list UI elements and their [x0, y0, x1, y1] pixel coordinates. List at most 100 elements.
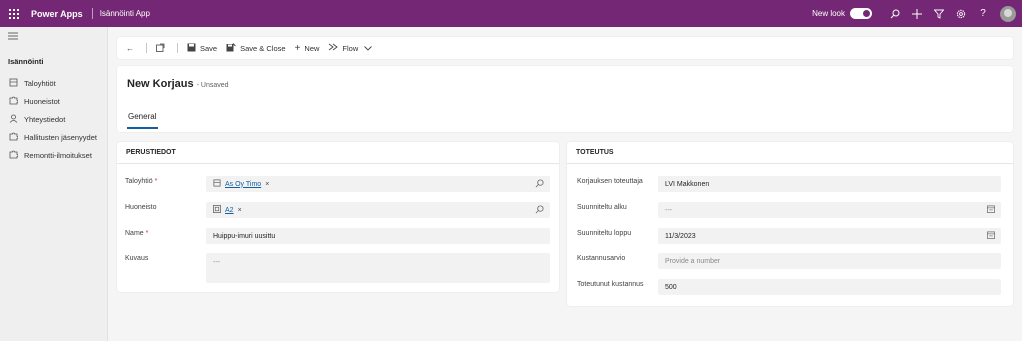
title-divider: [91, 8, 93, 19]
taloyhtio-value[interactable]: As Oy Timo: [225, 181, 261, 188]
kuvaus-textarea[interactable]: ---: [206, 253, 550, 283]
record-status: - Unsaved: [196, 82, 229, 89]
remove-icon[interactable]: ×: [265, 181, 269, 188]
calendar-icon[interactable]: [987, 205, 995, 215]
search-icon[interactable]: [535, 205, 544, 216]
tab-general[interactable]: General: [128, 112, 156, 121]
sidebar-item-taloyhtiot[interactable]: Taloyhtiöt: [8, 78, 56, 89]
suunniteltu-alku-label: Suunniteltu alku: [577, 204, 627, 211]
sidebar-item-label: Huoneistot: [24, 97, 60, 106]
new-look-toggle[interactable]: [850, 8, 872, 19]
page-title: New Korjaus: [127, 78, 194, 90]
building-icon: [213, 179, 221, 189]
kustannusarvio-input[interactable]: Provide a number: [658, 253, 1001, 269]
required-marker: *: [154, 178, 158, 185]
back-button[interactable]: ←: [126, 44, 138, 53]
suunniteltu-loppu-label: Suunniteltu loppu: [577, 230, 632, 237]
huoneisto-lookup[interactable]: A2 ×: [206, 202, 550, 218]
apartment-icon: [213, 205, 221, 215]
name-value: Huippu-imuri uusittu: [213, 232, 276, 240]
plus-icon[interactable]: [906, 0, 928, 27]
command-divider: [146, 43, 147, 53]
huoneisto-label: Huoneisto: [125, 204, 157, 211]
new-look-label: New look: [812, 9, 845, 18]
puzzle-icon: [8, 150, 18, 161]
remove-icon[interactable]: ×: [238, 207, 242, 214]
search-icon[interactable]: [535, 179, 544, 190]
save-close-label: Save & Close: [240, 43, 286, 53]
new-button[interactable]: + New: [295, 43, 320, 54]
sidebar-item-label: Hallitusten jäsenyydet: [24, 133, 97, 142]
open-in-new-window-icon: [156, 43, 165, 54]
plus-icon: +: [294, 42, 301, 54]
section-toteutus: TOTEUTUS Korjauksen toteuttaja LVI Makko…: [567, 142, 1013, 306]
settings-icon[interactable]: [950, 0, 972, 27]
suunniteltu-alku-field[interactable]: ---: [658, 202, 1001, 218]
toteuttaja-value: LVI Makkonen: [665, 180, 710, 188]
command-bar: ← Save Save & Close + New Flow: [117, 37, 1013, 59]
section-divider: [117, 163, 559, 164]
sidebar-item-yhteystiedot[interactable]: Yhteystiedot: [8, 114, 65, 125]
suunniteltu-alku-value: ---: [665, 206, 672, 214]
taloyhtio-lookup[interactable]: As Oy Timo ×: [206, 176, 550, 192]
kustannusarvio-label: Kustannusarvio: [577, 255, 626, 262]
avatar[interactable]: [1000, 5, 1016, 22]
flow-icon: [328, 43, 339, 53]
huoneisto-value[interactable]: A2: [225, 207, 234, 214]
app-name[interactable]: Isännöinti App: [100, 9, 150, 18]
open-in-new-window-button[interactable]: [156, 43, 169, 54]
toteutunut-kustannus-input[interactable]: 500: [658, 279, 1001, 295]
suunniteltu-loppu-field[interactable]: 11/3/2023: [658, 228, 1001, 244]
person-icon: [8, 114, 18, 125]
section-perustiedot: PERUSTIEDOT Taloyhtiö * As Oy Timo × Huo…: [117, 142, 559, 292]
building-icon: [8, 78, 18, 89]
brand-name[interactable]: Power Apps: [31, 9, 83, 19]
save-and-close-button[interactable]: Save & Close: [226, 42, 286, 54]
filter-icon[interactable]: [928, 0, 950, 27]
hamburger-icon[interactable]: [8, 32, 18, 43]
new-label: New: [304, 43, 320, 53]
section-divider: [567, 163, 1013, 164]
sidebar-item-label: Yhteystiedot: [24, 115, 66, 124]
name-field[interactable]: Huippu-imuri uusittu: [206, 228, 550, 244]
name-label: Name *: [125, 230, 149, 237]
toteuttaja-field[interactable]: LVI Makkonen: [658, 176, 1001, 192]
kuvaus-label: Kuvaus: [125, 255, 149, 262]
sidebar: Isännöinti Taloyhtiöt Huoneistot Yhteyst…: [0, 27, 108, 341]
required-marker: *: [145, 230, 149, 237]
flow-label: Flow: [342, 43, 359, 53]
chevron-down-icon: [364, 44, 373, 53]
record-title-row: New Korjaus - Unsaved: [127, 78, 229, 90]
sidebar-group-label: Isännöinti: [8, 57, 44, 66]
search-icon[interactable]: [884, 0, 906, 27]
arrow-left-icon: ←: [126, 43, 134, 53]
puzzle-icon: [8, 96, 18, 107]
flow-button[interactable]: Flow: [328, 43, 373, 53]
sidebar-item-label: Remontti-ilmoitukset: [24, 151, 92, 160]
section-title: PERUSTIEDOT: [126, 149, 176, 156]
active-tab-indicator: [127, 127, 158, 129]
sidebar-item-label: Taloyhtiöt: [24, 79, 56, 88]
record-header: New Korjaus - Unsaved General: [117, 66, 1013, 132]
section-title: TOTEUTUS: [576, 149, 614, 156]
toteutunut-kustannus-label: Toteutunut kustannus: [577, 281, 644, 288]
taloyhtio-label: Taloyhtiö *: [125, 178, 158, 185]
kustannusarvio-placeholder: Provide a number: [665, 257, 721, 265]
suunniteltu-loppu-value: 11/3/2023: [665, 232, 696, 240]
toteutunut-kustannus-value: 500: [665, 283, 677, 291]
help-icon[interactable]: ?: [972, 0, 994, 27]
save-button[interactable]: Save: [187, 43, 217, 54]
app-launcher-icon[interactable]: [0, 0, 27, 27]
sidebar-item-huoneistot[interactable]: Huoneistot: [8, 96, 60, 107]
calendar-icon[interactable]: [987, 231, 995, 241]
sidebar-item-remontti-ilmoitukset[interactable]: Remontti-ilmoitukset: [8, 150, 92, 161]
top-bar: Power Apps Isännöinti App New look ?: [0, 0, 1022, 27]
sidebar-item-hallitusten-jasenyydet[interactable]: Hallitusten jäsenyydet: [8, 132, 97, 143]
save-icon: [187, 43, 196, 54]
kuvaus-value: ---: [213, 259, 220, 266]
command-divider: [177, 43, 178, 53]
puzzle-icon: [8, 132, 18, 143]
toteuttaja-label: Korjauksen toteuttaja: [577, 178, 643, 185]
save-label: Save: [200, 43, 218, 53]
save-close-icon: [226, 42, 236, 54]
